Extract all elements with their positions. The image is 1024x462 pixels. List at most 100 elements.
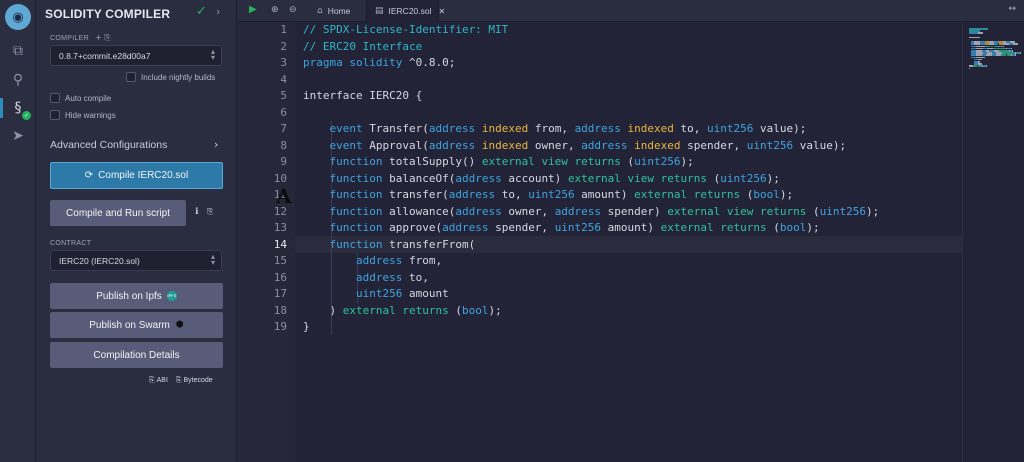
code-token: ( [766,221,780,234]
code-token: Approval( [362,138,429,152]
code-line: event Transfer(address indexed from, add… [303,121,807,138]
code-token: function [329,221,383,234]
line-number: 7 [280,122,287,135]
line-number: 1 [280,23,287,36]
minimap-stroke [985,65,987,67]
publish-ipfs-button[interactable]: Publish on Ipfs IPFS [50,283,223,309]
code-token: returns [574,155,621,168]
advanced-configurations-toggle[interactable]: Advanced Configurations [50,139,167,151]
code-token: external [567,171,621,185]
publish-swarm-button[interactable]: Publish on Swarm ⬢ [50,312,223,338]
compilation-details-button[interactable]: Compilation Details [50,342,223,368]
zoom-out-icon[interactable]: ⊖ [289,5,297,15]
code-editor[interactable]: 1 2 3 4 5 6 7 8 9 10 11 12 13 14 15 16 17 18 19 // SPDX-Li… [237,22,962,462]
contract-label: CONTRACT [50,240,92,247]
zoom-in-icon[interactable]: ⊕ [271,5,279,15]
code-token: returns [760,204,807,218]
compile-button[interactable]: ⟳ Compile IERC20.sol [50,162,223,189]
line-number: 16 [273,270,287,284]
tab-home[interactable]: ⌂ Home [309,0,358,22]
refresh-icon: ⟳ [84,170,94,181]
minimap-stroke [972,65,978,67]
select-caret-icon: ▴ ▾ [210,47,215,62]
code-token: owner, [528,138,582,152]
code-token: transfer( [382,188,449,201]
remix-logo-icon[interactable]: ◉ [5,4,31,30]
include-nightly-option[interactable]: Include nightly builds [126,72,215,82]
code-token: ( [740,188,754,201]
code-token: ) [303,303,343,317]
deploy-run-icon[interactable]: ➤ [8,126,28,146]
compile-and-run-button[interactable]: Compile and Run script [50,200,186,226]
code-token: address [554,204,602,218]
close-icon[interactable]: ✕ [439,7,446,16]
include-nightly-checkbox[interactable] [126,72,136,82]
code-token: amount) [574,188,635,201]
code-token: address [428,138,476,152]
expand-icon[interactable]: ↔ [1008,4,1016,14]
code-token: ( [620,155,635,168]
copy-icon: ⎘ [175,376,182,384]
code-token: returns [402,303,449,317]
code-token: from, [402,254,443,267]
code-token: } [303,320,310,333]
code-line: // SPDX-License-Identifier: MIT [303,22,508,39]
code-token: spender) [601,204,668,218]
home-icon: ⌂ [317,6,323,16]
code-token: transferFrom( [382,237,476,251]
minimap-stroke [1020,52,1022,54]
compiler-version-select[interactable]: 0.8.7+commit.e28d00a7 ▴ ▾ [50,45,222,66]
code-line: // ERC20 Interface [303,39,422,56]
bytecode-link[interactable]: ⎘ Bytecode [176,376,213,385]
minimap-stroke [1013,43,1019,45]
abi-link[interactable]: ⎘ ABI [149,376,168,385]
code-token: totalSupply() [382,155,482,168]
file-explorer-icon[interactable]: ⧉ [8,41,28,61]
code-token: uint256 [720,171,767,185]
search-icon[interactable]: ⚲ [8,70,28,90]
code-token: pragma solidity [303,56,403,69]
auto-compile-checkbox[interactable] [50,93,60,103]
chevron-right-icon[interactable]: › [214,138,218,151]
code-token: returns [720,221,767,234]
active-plugin-indicator [0,98,3,118]
code-token: uint256 [634,155,681,168]
chevron-right-icon[interactable]: › [216,5,220,18]
contract-value: IERC20 (IERC20.sol) [59,256,140,266]
code-line: function totalSupply() external view ret… [303,154,694,171]
hide-warnings-checkbox[interactable] [50,110,60,120]
line-number: 2 [280,39,287,53]
code-token: uint256 [554,221,602,234]
code-line: ) external returns (bool); [303,303,501,320]
code-minimap[interactable] [962,22,1024,462]
code-token: ); [766,171,780,185]
code-token: address [455,204,502,218]
solidity-compiler-icon[interactable]: § ✓ [8,98,31,120]
code-line: function balanceOf(address account) exte… [303,171,780,188]
code-token: // SPDX-License-Identifier: MIT [303,23,509,36]
file-icon: ▤ [375,6,384,16]
tab-ierc20[interactable]: ▤ IERC20.sol ✕ [366,0,445,22]
compile-button-label: Compile IERC20.sol [98,170,189,181]
copy-icon[interactable]: ⎘ [207,207,213,217]
code-token: amount [402,287,449,300]
panel-title: SOLIDITY COMPILER [45,7,171,21]
info-icon[interactable]: ℹ [195,207,198,217]
add-compiler-icons[interactable]: + ⎘ [95,33,111,43]
code-token: ( [806,204,820,218]
code-token: approve( [382,221,443,234]
contract-select[interactable]: IERC20 (IERC20.sol) ▴ ▾ [50,250,222,271]
bytecode-label: Bytecode [183,377,213,384]
hide-warnings-option[interactable]: Hide warnings [50,110,116,120]
run-script-icon[interactable]: ▶ [249,4,257,15]
tab-file-label: IERC20.sol [388,6,432,16]
auto-compile-option[interactable]: Auto compile [50,93,111,103]
abi-label: ABI [156,377,168,384]
